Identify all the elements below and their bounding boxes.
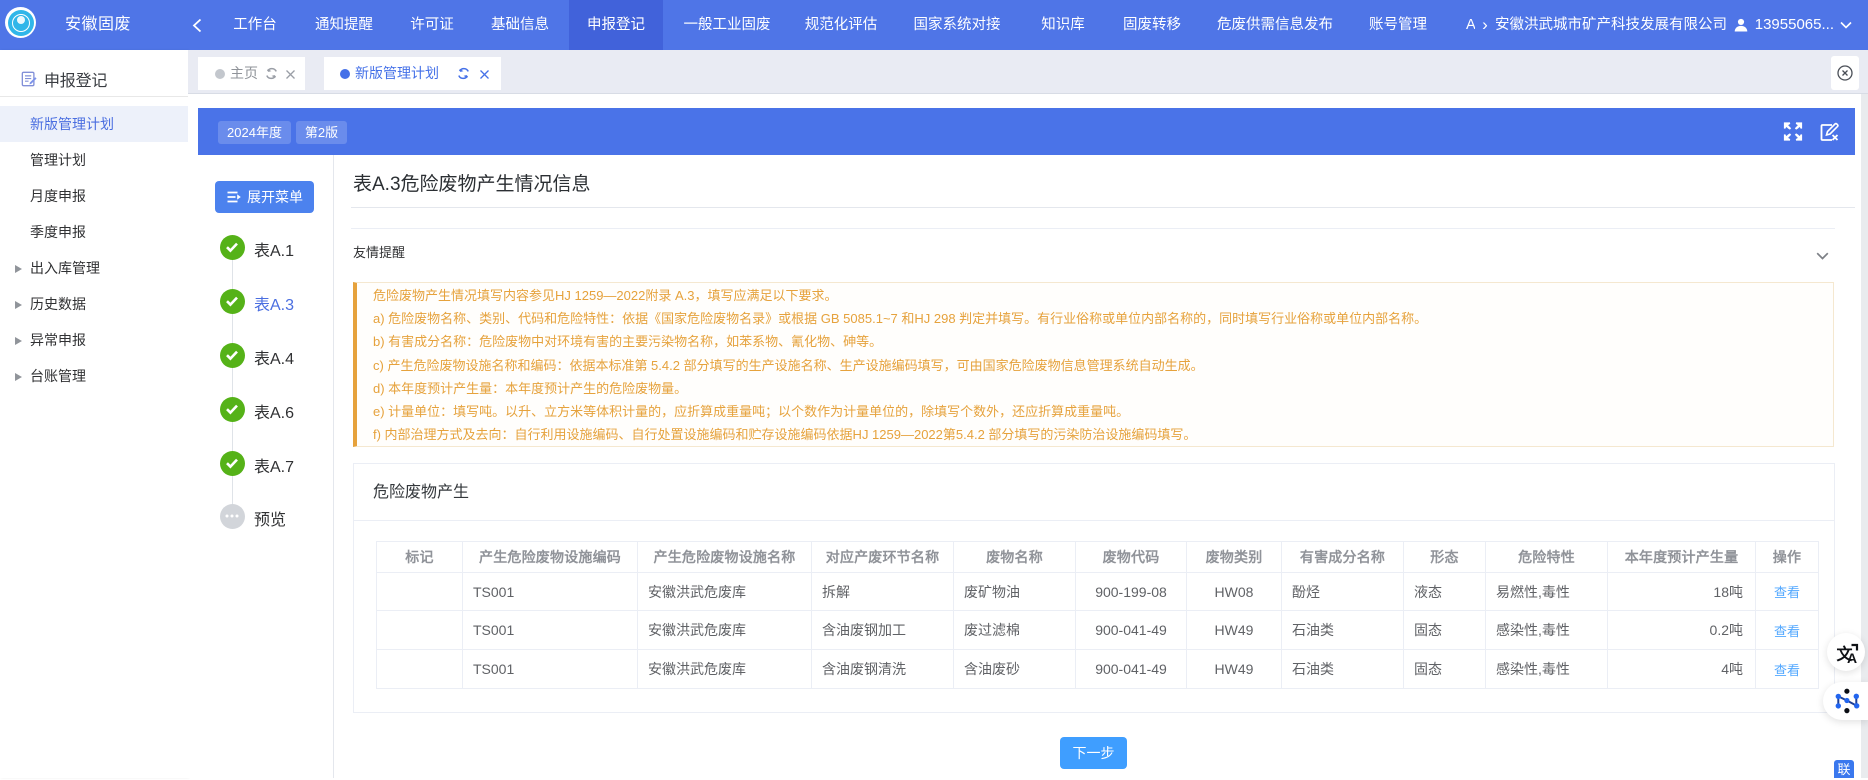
svg-text:A: A (1847, 650, 1857, 666)
